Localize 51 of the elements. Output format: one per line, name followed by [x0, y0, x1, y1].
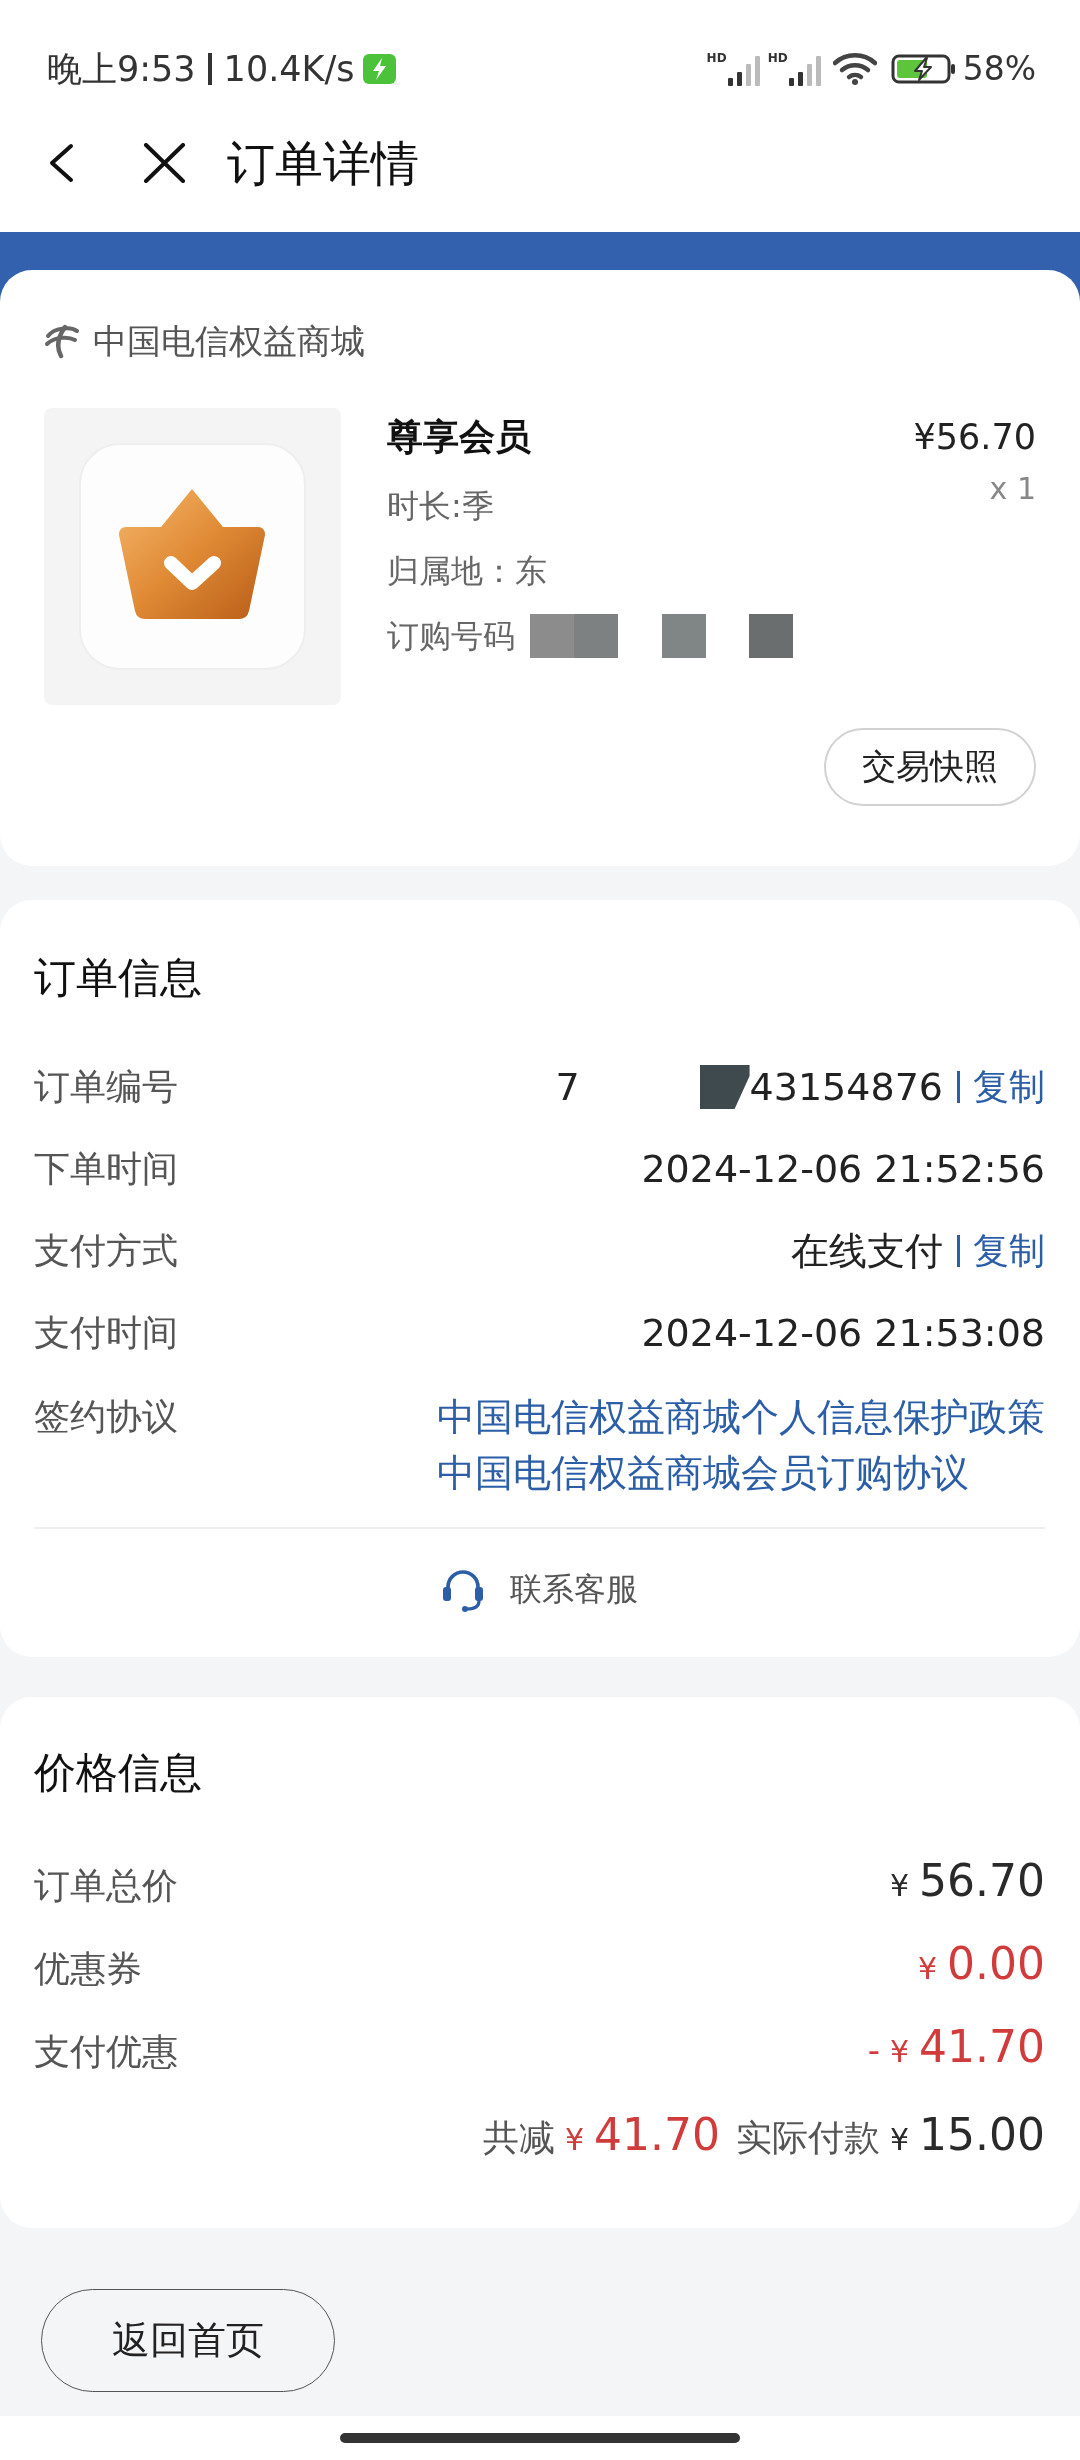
wifi-icon — [832, 52, 877, 86]
field-value: 在线支付 — [791, 1228, 943, 1275]
field-label: 订单编号 — [34, 1065, 178, 1109]
network-speed: 10.4K/s — [223, 48, 355, 91]
product-price: ¥56.70 — [913, 416, 1036, 459]
network-type-label: HD — [706, 52, 727, 65]
product-quantity: x 1 — [989, 470, 1036, 508]
summary-label: 共减 — [482, 2116, 555, 2160]
paid-total: ¥ 15.00 — [889, 2108, 1045, 2162]
field-label: 下单时间 — [34, 1147, 178, 1191]
section-title: 价格信息 — [34, 1748, 202, 1798]
field-label: 优惠券 — [34, 1947, 142, 1991]
headset-icon — [441, 1567, 485, 1613]
battery-percent: 58% — [962, 48, 1036, 90]
summary-label: 实际付款 — [735, 2116, 880, 2160]
discount-total: ¥ 41.70 — [564, 2108, 720, 2162]
price-value: ¥ 56.70 — [889, 1854, 1045, 1908]
network-type-label: HD — [767, 52, 788, 65]
field-value: 2024-12-06 21:52:56 — [641, 1146, 1045, 1193]
signal-icon — [788, 56, 821, 86]
status-time: 晚上9:53 — [47, 48, 196, 91]
field-label: 支付时间 — [34, 1311, 178, 1355]
product-attribute: 时长:季 — [387, 486, 494, 527]
agreement-link[interactable]: 中国电信权益商城会员订购协议 — [437, 1445, 969, 1501]
contact-service-button[interactable]: 联系客服 — [441, 1559, 638, 1621]
snapshot-button[interactable]: 交易快照 — [824, 728, 1036, 806]
product-attribute: 归属地：东 — [387, 551, 547, 592]
page-title: 订单详情 — [227, 134, 419, 193]
product-attribute: 订购号码 — [387, 616, 515, 657]
field-label: 签约协议 — [34, 1395, 178, 1439]
field-label: 订单总价 — [34, 1864, 178, 1908]
lightning-badge-icon — [362, 54, 396, 84]
field-label: 支付方式 — [34, 1229, 178, 1273]
price-value: - ¥ 41.70 — [867, 2020, 1045, 2074]
shop-name: 中国电信权益商城 — [93, 321, 365, 361]
copy-link[interactable]: 复制 — [973, 1225, 1045, 1277]
signal-icon — [727, 56, 760, 86]
shop-logo-icon — [44, 323, 80, 359]
crown-icon — [79, 443, 306, 670]
battery-icon — [890, 52, 957, 86]
section-title: 订单信息 — [34, 953, 202, 1003]
field-label: 支付优惠 — [34, 2030, 178, 2074]
back-icon[interactable] — [47, 143, 75, 183]
product-name: 尊享会员 — [387, 415, 531, 459]
price-value: ¥ 0.00 — [917, 1937, 1045, 1991]
agreement-link[interactable]: 中国电信权益商城个人信息保护政策 — [437, 1389, 1045, 1445]
field-value: 2024-12-06 21:53:08 — [641, 1310, 1045, 1357]
close-icon[interactable] — [143, 143, 186, 183]
order-number-prefix: 7 — [555, 1064, 580, 1111]
field-value: 43154876 — [749, 1064, 943, 1111]
copy-link[interactable]: 复制 — [973, 1061, 1045, 1113]
